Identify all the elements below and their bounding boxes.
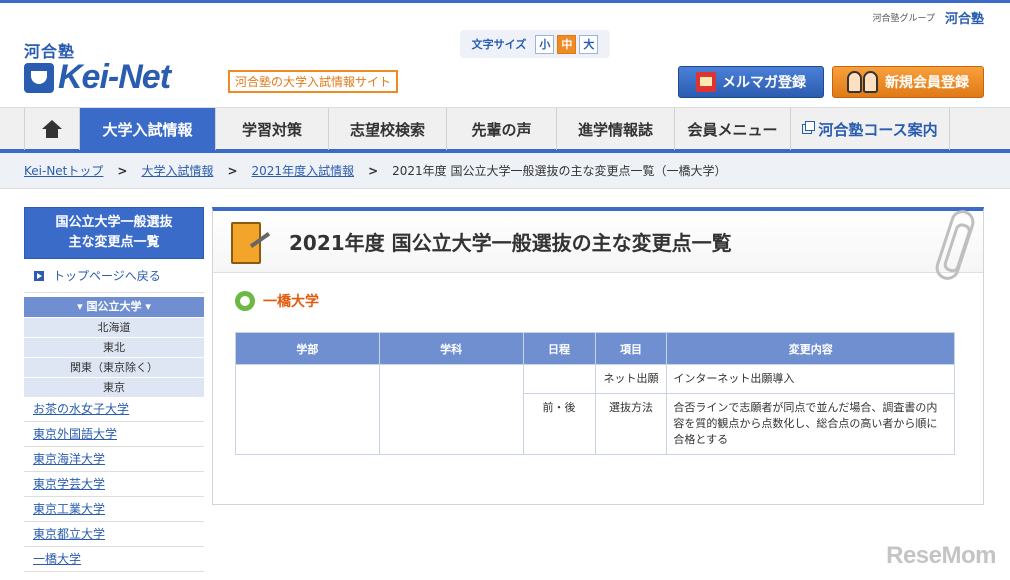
main-header: 2021年度 国公立大学一般選抜の主な変更点一覧: [213, 211, 983, 273]
sidebar-title: 国公立大学一般選抜 主な変更点一覧: [24, 207, 204, 259]
logo-text: Kei-Net: [58, 58, 171, 96]
breadcrumb-separator: >: [117, 163, 128, 178]
sidebar-back-to-top[interactable]: トップページへ戻る: [24, 259, 204, 293]
sidebar-uni-link[interactable]: 東京外国語大学: [24, 422, 204, 447]
sidebar-region-tohoku[interactable]: 東北: [24, 337, 204, 357]
arrow-right-icon: [34, 270, 44, 281]
cell-faculty: [235, 364, 380, 455]
people-icon: [847, 71, 879, 93]
nav-item-senpai-voice[interactable]: 先輩の声: [447, 108, 557, 150]
new-member-register-button[interactable]: 新規会員登録: [832, 66, 984, 98]
breadcrumb-link-top[interactable]: Kei-Netトップ: [24, 162, 103, 179]
sidebar-uni-link[interactable]: 東京都立大学: [24, 522, 204, 547]
mail-icon: [696, 72, 716, 92]
breadcrumb-separator: >: [227, 163, 238, 178]
sidebar-region-hokkaido[interactable]: 北海道: [24, 317, 204, 337]
university-heading: 一橋大学: [235, 291, 983, 311]
nav-item-kawai-course[interactable]: 河合塾コース案内: [791, 108, 950, 150]
font-size-switcher: 文字サイズ 小 中 大: [460, 30, 610, 58]
nav-item-kawai-course-label: 河合塾コース案内: [818, 120, 938, 139]
home-icon: [42, 120, 62, 138]
breadcrumb: Kei-Netトップ > 大学入試情報 > 2021年度入試情報 > 2021年…: [0, 153, 1010, 189]
top-accent-line: [0, 0, 1010, 3]
sidebar-uni-link[interactable]: 一橋大学: [24, 547, 204, 572]
sidebar-uni-link[interactable]: 東京工業大学: [24, 497, 204, 522]
nav-item-study[interactable]: 学習対策: [216, 108, 329, 150]
sidebar-uni-link[interactable]: お茶の水女子大学: [24, 397, 204, 422]
font-size-large-button[interactable]: 大: [579, 34, 599, 54]
nav-home[interactable]: [24, 108, 80, 150]
sidebar-region-kanto[interactable]: 関東（東京除く）: [24, 357, 204, 377]
university-name: 一橋大学: [263, 294, 319, 310]
font-size-medium-button[interactable]: 中: [557, 34, 577, 54]
sidebar-back-label: トップページへ戻る: [53, 269, 161, 283]
global-nav: 大学入試情報 学習対策 志望校検索 先輩の声 進学情報誌 会員メニュー 河合塾コ…: [0, 107, 1010, 153]
cell-item: 選抜方法: [594, 393, 668, 455]
group-label: 河合塾グループ: [872, 14, 935, 24]
external-window-icon: [802, 121, 816, 134]
breadcrumb-link-admissions[interactable]: 大学入試情報: [141, 162, 213, 179]
changes-table: 学部 学科 日程 項目 変更内容 ネット出願 インターネット出願導入 前・後 選…: [235, 332, 955, 455]
nav-item-member-menu[interactable]: 会員メニュー: [675, 108, 791, 150]
table-row: ネット出願 インターネット出願導入: [235, 364, 955, 455]
sidebar-title-line1: 国公立大学一般選抜: [55, 215, 173, 230]
nav-item-school-search[interactable]: 志望校検索: [329, 108, 447, 150]
group-logo-link[interactable]: 河合塾: [945, 8, 984, 27]
col-header-change: 変更内容: [666, 332, 955, 365]
site-logo[interactable]: Kei-Net: [24, 58, 171, 97]
font-size-label: 文字サイズ: [471, 38, 527, 51]
breadcrumb-separator: >: [368, 163, 379, 178]
sidebar-national-header[interactable]: ▾ 国公立大学 ▾: [24, 297, 204, 317]
sidebar-uni-link[interactable]: 東京学芸大学: [24, 472, 204, 497]
group-bar: 河合塾グループ 河合塾: [873, 8, 984, 27]
mail-magazine-button[interactable]: メルマガ登録: [678, 66, 824, 98]
font-size-small-button[interactable]: 小: [535, 34, 555, 54]
breadcrumb-link-2021[interactable]: 2021年度入試情報: [252, 162, 355, 179]
mail-magazine-label: メルマガ登録: [722, 75, 806, 91]
col-header-item: 項目: [594, 332, 668, 365]
resemom-watermark: ReseMom: [886, 542, 996, 569]
col-header-schedule: 日程: [522, 332, 596, 365]
page-title: 2021年度 国公立大学一般選抜の主な変更点一覧: [289, 231, 732, 255]
sidebar: 国公立大学一般選抜 主な変更点一覧 トップページへ戻る ▾ 国公立大学 ▾ 北海…: [24, 207, 204, 572]
logo-mark-icon: [24, 62, 54, 93]
bullet-circle-icon: [235, 291, 255, 311]
cell-schedule: 前・後: [522, 393, 596, 455]
register-label: 新規会員登録: [885, 75, 969, 91]
nav-item-admissions-info[interactable]: 大学入試情報: [80, 108, 216, 150]
sidebar-uni-link[interactable]: 東京海洋大学: [24, 447, 204, 472]
col-header-faculty: 学部: [235, 332, 380, 365]
sidebar-title-line2: 主な変更点一覧: [68, 235, 160, 250]
cell-department: [378, 364, 524, 455]
main-content: 2021年度 国公立大学一般選抜の主な変更点一覧 一橋大学 学部 学科 日程 項…: [212, 207, 984, 505]
cell-item: ネット出願: [594, 364, 668, 394]
cell-schedule: [522, 364, 596, 394]
cell-change: 合否ラインで志願者が同点で並んだ場合、調査書の内容を質的観点から点数化し、総合点…: [666, 393, 955, 455]
col-header-department: 学科: [378, 332, 524, 365]
site-tagline: 河合塾の大学入試情報サイト: [228, 70, 399, 93]
book-icon: [227, 220, 271, 264]
cell-change: インターネット出願導入: [666, 364, 955, 394]
table-header-row: 学部 学科 日程 項目 変更内容: [235, 332, 955, 365]
sidebar-region-tokyo[interactable]: 東京: [24, 377, 204, 397]
breadcrumb-current: 2021年度 国公立大学一般選抜の主な変更点一覧（一橋大学）: [392, 164, 727, 178]
nav-item-magazine[interactable]: 進学情報誌: [557, 108, 675, 150]
